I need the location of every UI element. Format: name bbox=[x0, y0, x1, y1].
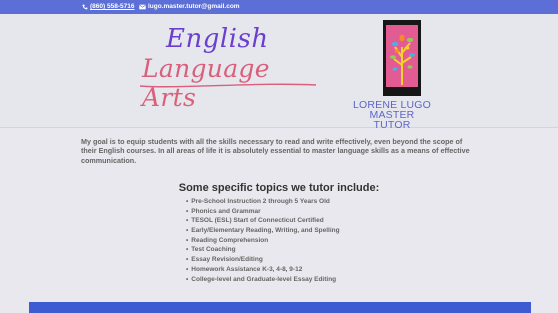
list-item: Homework Assistance K-3, 4-8, 9-12 bbox=[186, 265, 340, 275]
phone-icon bbox=[82, 4, 88, 9]
topics-heading: Some specific topics we tutor include: bbox=[178, 182, 380, 194]
tree-artwork bbox=[383, 20, 421, 96]
list-item: Early/Elementary Reading, Writing, and S… bbox=[186, 226, 339, 236]
phone-link[interactable]: (860) 558-5716 bbox=[82, 3, 134, 10]
logo-line-english: English bbox=[166, 24, 269, 54]
email-address: lugo.master.tutor@gmail.com bbox=[148, 3, 240, 10]
tutor-title: MASTER TUTOR bbox=[369, 109, 415, 131]
list-item: Essay Revision/Editing bbox=[186, 255, 340, 265]
list-item: Test Coaching bbox=[186, 245, 340, 255]
top-bar: (860) 558-5716 lugo.master.tutor@gmail.c… bbox=[0, 0, 558, 14]
intro-paragraph: My goal is to equip students with all th… bbox=[81, 137, 470, 165]
list-item: Phonics and Grammar bbox=[186, 207, 340, 217]
logo-swash-icon bbox=[139, 83, 317, 88]
list-item: College-level and Graduate-level Essay E… bbox=[186, 275, 340, 285]
list-item: Reading Comprehension bbox=[186, 236, 340, 246]
email-link[interactable]: lugo.master.tutor@gmail.com bbox=[139, 3, 240, 10]
list-item: TESOL (ESL) Start of Connecticut Certifi… bbox=[186, 216, 340, 226]
list-item: Pre-School Instruction 2 through 5 Years… bbox=[186, 197, 340, 207]
footer-section bbox=[29, 302, 531, 313]
tree-panel bbox=[386, 25, 418, 87]
tutor-nameplate: LORENE LUGO MASTER TUTOR bbox=[352, 100, 432, 131]
tree-icon bbox=[390, 34, 415, 85]
envelope-icon bbox=[139, 4, 146, 9]
site-logo[interactable]: English Language Arts bbox=[138, 20, 318, 112]
site-header: English Language Arts LORENE LUGO MASTER… bbox=[0, 14, 558, 131]
topics-list: Pre-School Instruction 2 through 5 Years… bbox=[186, 197, 340, 285]
phone-number: (860) 558-5716 bbox=[90, 3, 135, 10]
